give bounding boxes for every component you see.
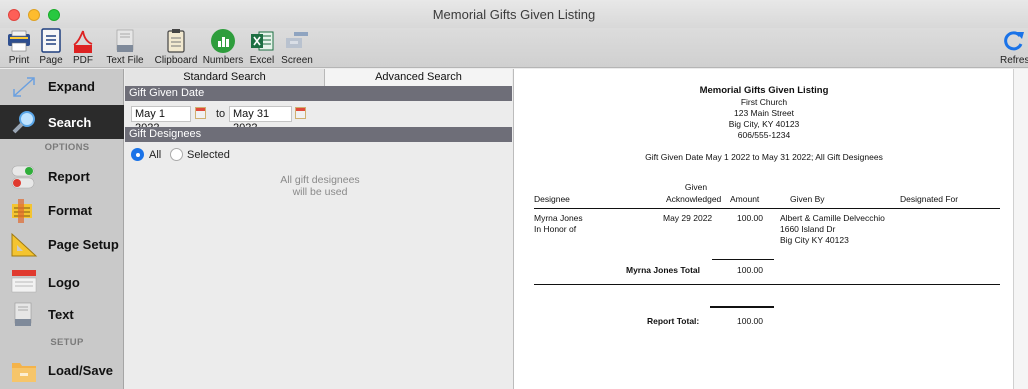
calendar-icon[interactable] <box>295 107 306 119</box>
print-button[interactable]: Print <box>4 28 34 68</box>
refresh-button[interactable]: Refres <box>998 28 1028 68</box>
magnifier-icon <box>12 111 35 134</box>
report-address-line2: Big City, KY 40123 <box>728 119 800 129</box>
expand-icon <box>13 77 35 97</box>
col-acknowledged: Acknowledged <box>666 194 722 204</box>
numbers-icon <box>211 29 235 53</box>
tab-advanced-search[interactable]: Advanced Search <box>325 69 512 86</box>
subtotal-rule <box>712 259 774 260</box>
report-org-name: First Church <box>740 97 788 107</box>
row-date: May 29 2022 <box>663 213 713 223</box>
radio-selected[interactable] <box>170 148 183 161</box>
total-label: Report Total: <box>647 316 700 326</box>
row-designee-sub: In Honor of <box>534 224 577 234</box>
col-given-by: Given By <box>790 194 825 204</box>
sidebar-section-options: OPTIONS <box>44 142 90 153</box>
logo-icon <box>11 270 37 293</box>
col-amount: Amount <box>730 194 760 204</box>
col-designated-for: Designated For <box>900 194 959 204</box>
calendar-icon[interactable] <box>195 107 206 119</box>
header-rule <box>534 208 1000 209</box>
text-file-button[interactable]: Text File <box>100 28 150 68</box>
excel-icon <box>251 31 274 51</box>
text-icon <box>14 302 32 326</box>
pdf-button[interactable]: PDF <box>68 28 98 68</box>
date-to-label: to <box>216 108 226 120</box>
window-title: Memorial Gifts Given Listing <box>432 7 596 22</box>
date-to-field[interactable]: May 31 2022 <box>229 106 292 134</box>
sidebar-item-format[interactable]: Format <box>0 195 124 227</box>
report-criteria: Gift Given Date May 1 2022 to May 31 202… <box>645 152 883 162</box>
clipboard-icon <box>167 29 185 53</box>
sidebar-item-page-setup[interactable]: Page Setup <box>0 229 124 261</box>
screen-icon <box>286 32 308 48</box>
printer-icon <box>8 30 30 52</box>
page-icon <box>41 28 61 53</box>
triangle-ruler-icon <box>11 232 38 257</box>
row-given-by-3: Big City KY 40123 <box>780 235 849 245</box>
row-given-by-1: Albert & Camille Delvecchio <box>780 213 885 223</box>
search-panel: Standard Search Advanced Search Gift Giv… <box>125 69 512 389</box>
radio-all-label: All <box>149 149 162 161</box>
row-amount: 100.00 <box>737 213 763 223</box>
refresh-icon <box>1004 31 1024 51</box>
text-file-icon <box>116 29 134 52</box>
report-address-line1: 123 Main Street <box>733 108 794 118</box>
toggle-icon <box>11 165 35 189</box>
sidebar-item-report[interactable]: Report <box>0 161 124 193</box>
col-designee: Designee <box>534 194 570 204</box>
radio-selected-label: Selected <box>187 149 230 161</box>
sidebar-item-search[interactable]: Search <box>0 105 124 139</box>
sidebar-item-load-save[interactable]: Load/Save <box>0 355 124 387</box>
page-button[interactable]: Page <box>36 28 66 68</box>
excel-button[interactable]: Excel <box>246 28 278 68</box>
folder-icon <box>12 363 36 382</box>
row-given-by-2: 1660 Island Dr <box>780 224 836 234</box>
sidebar-item-text[interactable]: Text <box>0 299 124 331</box>
subtotal-label: Myrna Jones Total <box>626 265 700 275</box>
title-bar: Memorial Gifts Given Listing <box>0 0 1028 28</box>
radio-all[interactable] <box>131 148 144 161</box>
sidebar: Expand Search OPTIONS Report Format Page… <box>0 69 124 389</box>
report-phone: 606/555-1234 <box>737 130 791 140</box>
row-designee: Myrna Jones <box>534 213 583 223</box>
app-window: Memorial Gifts Given Listing Print Page <box>0 0 1028 389</box>
sidebar-item-logo[interactable]: Logo <box>0 265 124 297</box>
designees-hint: All gift designees will be used <box>280 174 360 198</box>
col-given: Given <box>684 182 708 192</box>
report-preview: Memorial Gifts Given Listing First Churc… <box>513 69 1013 389</box>
gift-given-date-header: Gift Given Date <box>125 86 512 101</box>
sidebar-item-expand[interactable]: Expand <box>0 71 124 103</box>
preview-scroll-area[interactable] <box>1013 69 1028 389</box>
tab-standard-search[interactable]: Standard Search <box>125 69 325 86</box>
total-value: 100.00 <box>737 316 763 326</box>
group-rule <box>534 284 1000 285</box>
toolbar: Print Page PDF Text File Clipboard Numbe… <box>0 28 1028 68</box>
pdf-icon <box>73 30 93 53</box>
subtotal-value: 100.00 <box>737 265 763 275</box>
search-tabs: Standard Search Advanced Search <box>125 69 512 86</box>
clipboard-button[interactable]: Clipboard <box>152 28 200 68</box>
report-title: Memorial Gifts Given Listing <box>699 85 829 96</box>
date-from-field[interactable]: May 1 2022 <box>131 106 191 134</box>
format-icon <box>12 199 32 223</box>
sidebar-section-setup: SETUP <box>50 337 84 348</box>
total-rule <box>710 306 774 308</box>
screen-button[interactable]: Screen <box>280 28 314 68</box>
gift-designees-header: Gift Designees <box>125 127 512 142</box>
numbers-button[interactable]: Numbers <box>202 28 244 68</box>
